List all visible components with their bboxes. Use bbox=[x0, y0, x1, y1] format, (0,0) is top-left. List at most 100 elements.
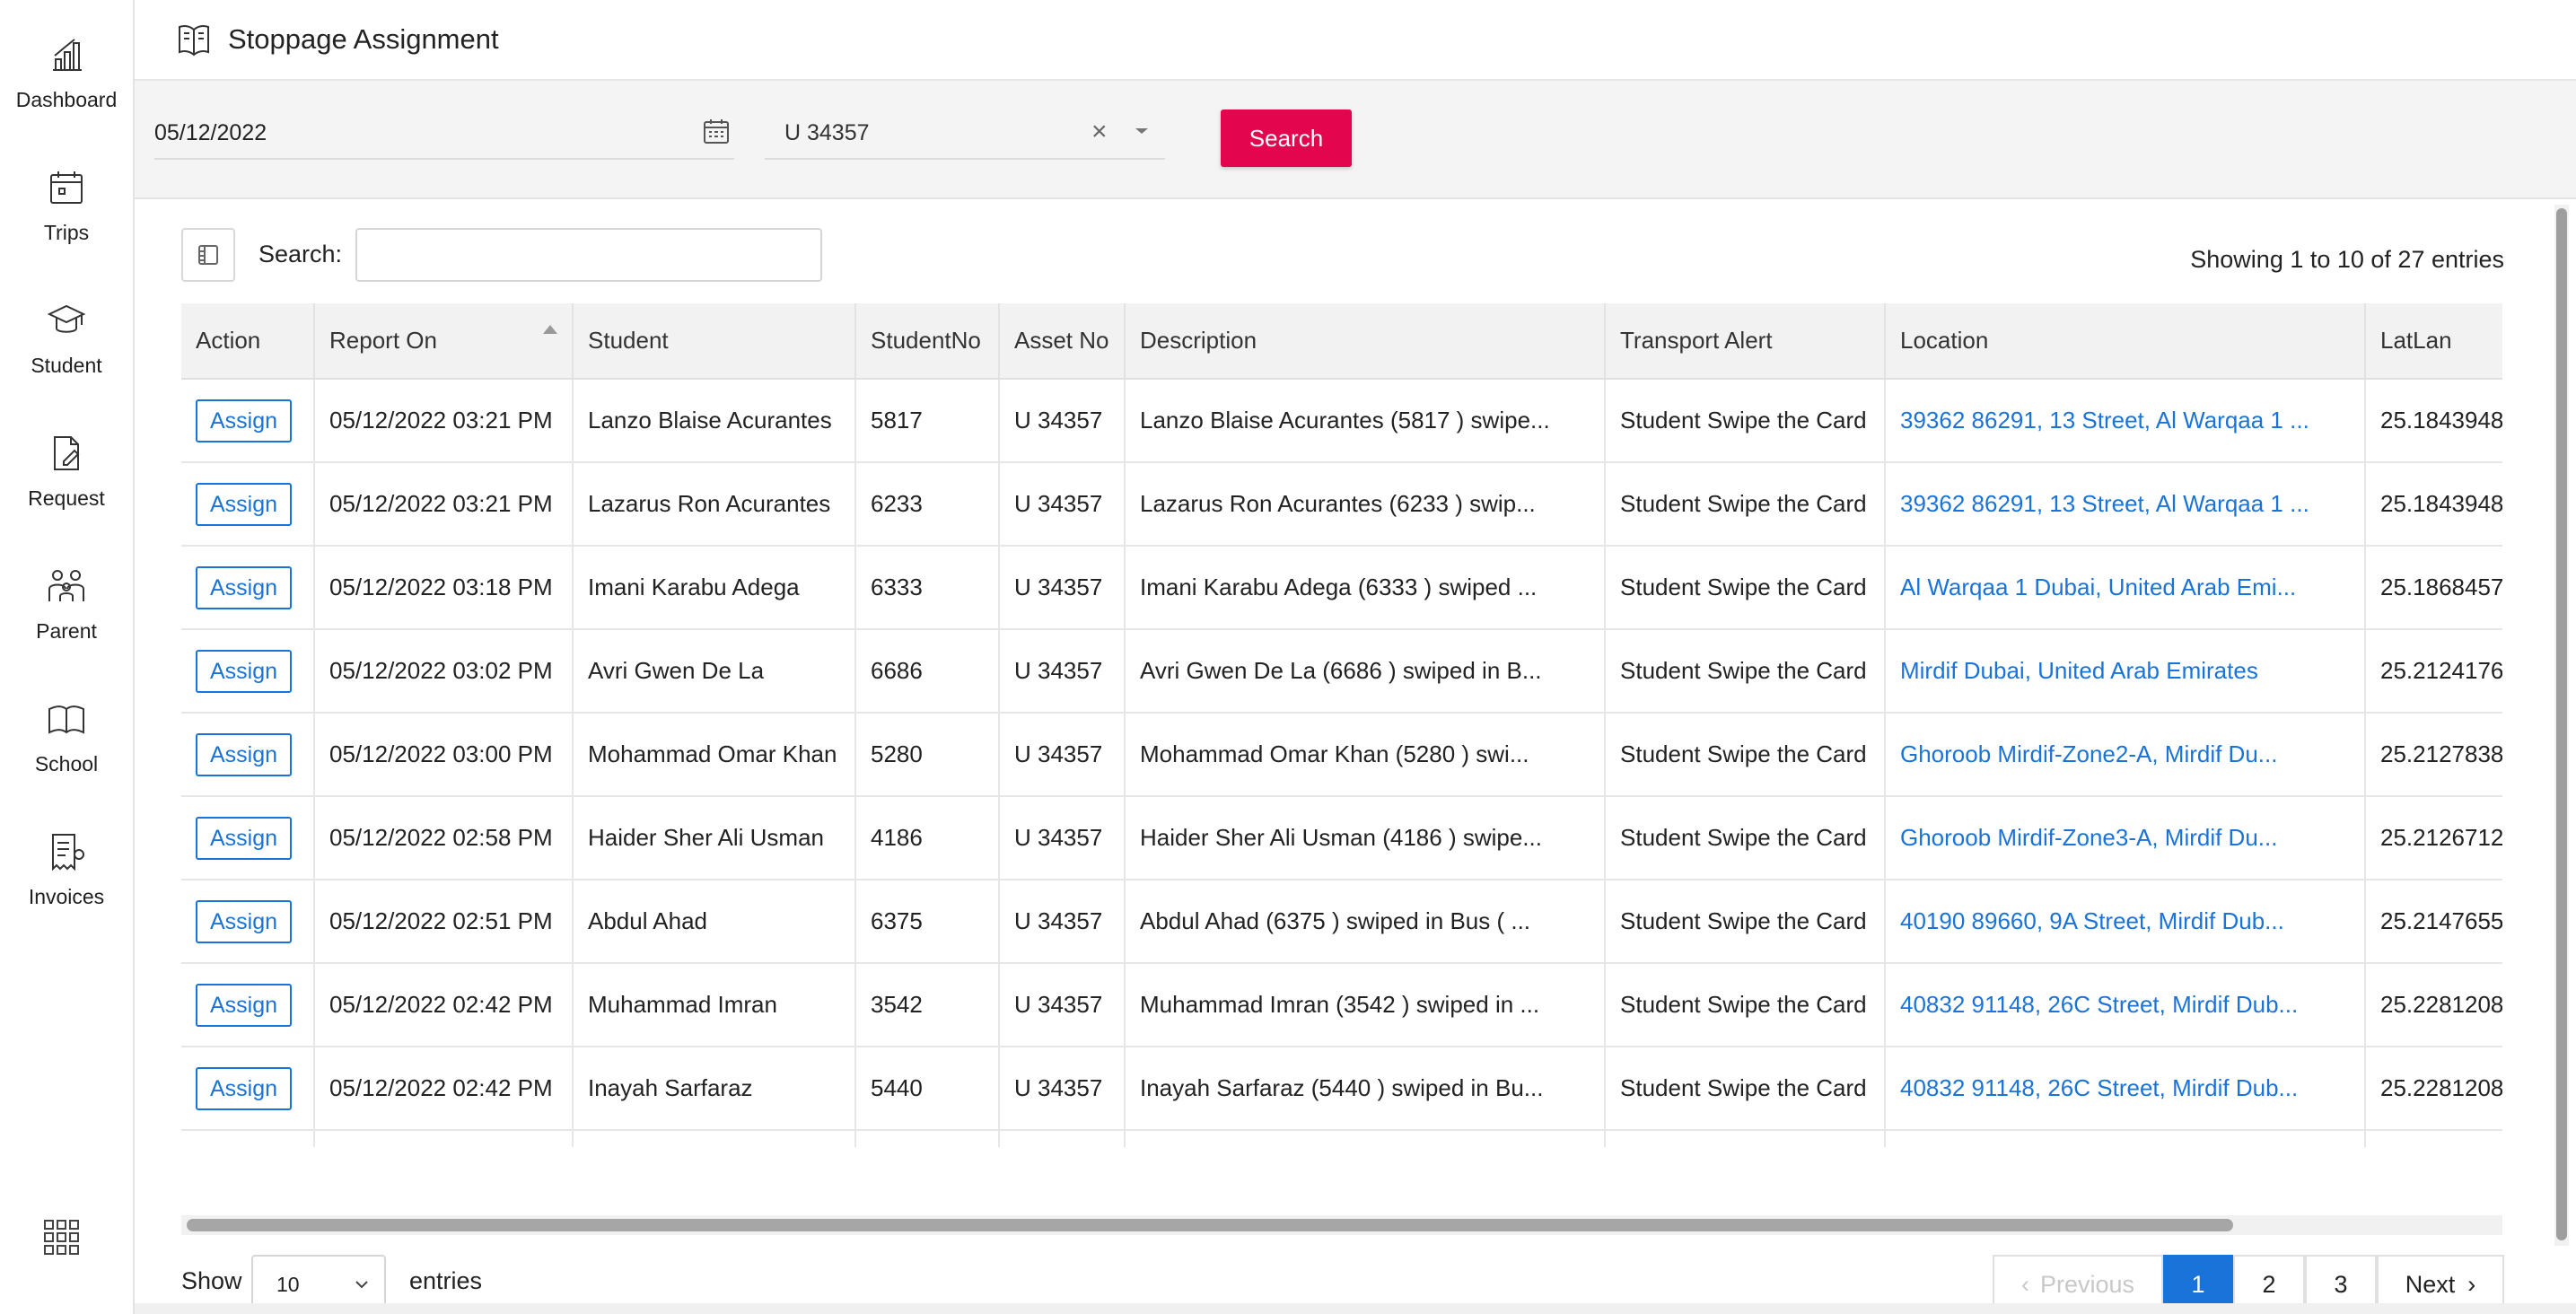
sidebar-item-student[interactable]: Student bbox=[0, 293, 133, 400]
description-cell: Avri Gwen De La (6686 ) swiped in B... bbox=[1125, 629, 1606, 714]
location-link[interactable]: Ghoroob Mirdif-Zone2-A, Mirdif Du... bbox=[1885, 713, 2366, 797]
assign-button[interactable]: Assign bbox=[196, 732, 293, 776]
sidebar-item-label: Request bbox=[28, 486, 105, 510]
report-on-cell: 05/12/2022 03:21 PM bbox=[314, 379, 574, 463]
calendar-icon[interactable] bbox=[702, 117, 731, 145]
assign-button[interactable]: Assign bbox=[196, 1066, 293, 1110]
assignment-table: Action Report On Student StudentNo Asset… bbox=[181, 303, 2502, 1147]
sidebar-item-dashboard[interactable]: Dashboard bbox=[0, 27, 133, 135]
results-panel: Search: Showing 1 to 10 of 27 entries Ac… bbox=[135, 199, 2576, 1314]
sidebar-item-school[interactable]: School bbox=[0, 691, 133, 799]
column-header-report-on[interactable]: Report On bbox=[314, 303, 574, 380]
sidebar-item-label: Invoices bbox=[28, 885, 105, 908]
column-header-student[interactable]: Student bbox=[573, 303, 856, 380]
sidebar-item-request[interactable]: Request bbox=[0, 425, 133, 533]
student-cell: Muhammad Imran bbox=[573, 963, 856, 1047]
assign-button[interactable]: Assign bbox=[196, 983, 293, 1027]
bus-select[interactable]: U 34357 × bbox=[765, 108, 1165, 160]
table-search-input[interactable] bbox=[355, 228, 822, 282]
report-on-cell: 05/12/2022 03:18 PM bbox=[314, 546, 574, 630]
horizontal-scrollbar[interactable] bbox=[181, 1215, 2502, 1235]
location-link[interactable]: 39362 86291, 13 Street, Al Warqaa 1 ... bbox=[1885, 462, 2366, 547]
action-cell: Assign bbox=[181, 1047, 315, 1131]
assign-button[interactable]: Assign bbox=[196, 649, 293, 693]
transport-alert-cell: Student Swipe the Card bbox=[1605, 546, 1886, 630]
column-header-student-no[interactable]: StudentNo bbox=[855, 303, 1000, 380]
location-link[interactable]: 40832 91148, 26C Street, Mirdif Dub... bbox=[1885, 963, 2366, 1047]
assign-button[interactable]: Assign bbox=[196, 899, 293, 943]
location-link[interactable]: 41442 91335, 52C Street, Mirdif Dub... bbox=[1885, 1130, 2366, 1147]
sidebar-item-label: Student bbox=[31, 354, 102, 377]
request-document-icon bbox=[54, 436, 80, 470]
search-button[interactable]: Search bbox=[1221, 110, 1352, 167]
filter-bar: 05/12/2022 U 34357 × Search bbox=[135, 81, 2576, 199]
report-on-cell: 05/12/2022 02:42 PM bbox=[314, 1047, 574, 1131]
assign-button[interactable]: Assign bbox=[196, 816, 293, 860]
column-header-transport-alert[interactable]: Transport Alert bbox=[1605, 303, 1886, 380]
scrollbar-thumb[interactable] bbox=[2556, 208, 2567, 1240]
table-row: Assign 05/12/2022 03:21 PM Lazarus Ron Acu… bbox=[181, 462, 2502, 547]
sidebar-item-label: School bbox=[34, 752, 99, 775]
scrollbar-thumb[interactable] bbox=[187, 1219, 2233, 1231]
action-cell: Assign bbox=[181, 963, 315, 1047]
bus-select-value: U 34357 bbox=[784, 120, 870, 145]
column-header-location[interactable]: Location bbox=[1885, 303, 2366, 380]
report-on-cell: 05/12/2022 02:37 PM bbox=[314, 1130, 574, 1147]
student-no-cell: 3542 bbox=[855, 963, 1000, 1047]
table-header-row: Action Report On Student StudentNo Asset… bbox=[181, 303, 2502, 380]
description-cell: Muhammad Aariz Gul (5970 ) swipe... bbox=[1125, 1130, 1606, 1147]
asset-no-cell: U 34357 bbox=[999, 963, 1126, 1047]
sidebar-item-parent[interactable]: Parent bbox=[0, 558, 133, 666]
location-link[interactable]: 40190 89660, 9A Street, Mirdif Dub... bbox=[1885, 880, 2366, 964]
latlan-cell: 25.2281208 bbox=[2365, 963, 2502, 1047]
assign-button[interactable]: Assign bbox=[196, 565, 293, 609]
table-body: Assign 05/12/2022 03:21 PM Lanzo Blaise Ac… bbox=[181, 379, 2502, 1147]
description-cell: Abdul Ahad (6375 ) swiped in Bus ( ... bbox=[1125, 880, 1606, 964]
location-link[interactable]: Al Warqaa 1 Dubai, United Arab Emi... bbox=[1885, 546, 2366, 630]
student-cell: Haider Sher Ali Usman bbox=[573, 796, 856, 880]
report-on-cell: 05/12/2022 03:02 PM bbox=[314, 629, 574, 714]
latlan-cell: 25.1868457 bbox=[2365, 546, 2502, 630]
assign-button[interactable]: Assign bbox=[196, 482, 293, 526]
show-label: Show bbox=[181, 1267, 242, 1294]
sidebar-item-trips[interactable]: Trips bbox=[0, 160, 133, 267]
description-cell: Lazarus Ron Acurantes (6233 ) swip... bbox=[1125, 462, 1606, 547]
latlan-cell: 25.2126712 bbox=[2365, 796, 2502, 880]
column-header-asset-no[interactable]: Asset No bbox=[999, 303, 1126, 380]
asset-no-cell: U 34357 bbox=[999, 379, 1126, 463]
action-cell: Assign bbox=[181, 629, 315, 714]
transport-alert-cell: Student Swipe the Card bbox=[1605, 713, 1886, 797]
column-visibility-button[interactable] bbox=[181, 228, 235, 282]
action-cell: Assign bbox=[181, 379, 315, 463]
column-header-description[interactable]: Description bbox=[1125, 303, 1606, 380]
entries-info: Showing 1 to 10 of 27 entries bbox=[2190, 246, 2504, 273]
chevron-down-icon[interactable] bbox=[1131, 120, 1152, 142]
description-cell: Haider Sher Ali Usman (4186 ) swipe... bbox=[1125, 796, 1606, 880]
location-link[interactable]: 40832 91148, 26C Street, Mirdif Dub... bbox=[1885, 1047, 2366, 1131]
location-link[interactable]: 39362 86291, 13 Street, Al Warqaa 1 ... bbox=[1885, 379, 2366, 463]
table-row: Assign05/12/2022 02:37 PMMuhammad Aariz … bbox=[181, 1130, 2502, 1147]
sidebar-item-label: Trips bbox=[43, 221, 90, 244]
date-picker-field[interactable]: 05/12/2022 bbox=[154, 108, 734, 160]
sidebar: Dashboard Trips Student Request Parent S… bbox=[0, 0, 135, 1314]
location-link[interactable]: Mirdif Dubai, United Arab Emirates bbox=[1885, 629, 2366, 714]
page-size-select[interactable]: 10 bbox=[251, 1255, 386, 1309]
asset-no-cell: U 34357 bbox=[999, 713, 1126, 797]
sidebar-item-invoices[interactable]: Invoices bbox=[0, 824, 133, 932]
next-label: Next bbox=[2405, 1270, 2456, 1298]
assign-button[interactable]: Assign bbox=[196, 399, 293, 442]
table-row: Assign 05/12/2022 02:42 PM Inayah Sarfaraz… bbox=[181, 1047, 2502, 1131]
vertical-scrollbar[interactable] bbox=[2554, 205, 2569, 1246]
column-header-action[interactable]: Action bbox=[181, 303, 315, 380]
page-header: Stoppage Assignment bbox=[135, 0, 2576, 81]
latlan-cell: 25.1843948 bbox=[2365, 379, 2502, 463]
apps-grid-icon[interactable] bbox=[43, 1219, 81, 1257]
table-row: Assign 05/12/2022 03:00 PM Mohammad Omar K… bbox=[181, 713, 2502, 797]
transport-alert-cell: Student Swipe the Card bbox=[1605, 796, 1886, 880]
clear-selection-button[interactable]: × bbox=[1091, 117, 1108, 147]
location-link[interactable]: Ghoroob Mirdif-Zone3-A, Mirdif Du... bbox=[1885, 796, 2366, 880]
invoice-icon bbox=[52, 834, 84, 872]
latlan-cell: 25.2124176 bbox=[2365, 629, 2502, 714]
column-header-latlan[interactable]: LatLan bbox=[2365, 303, 2502, 380]
family-icon bbox=[48, 570, 84, 601]
